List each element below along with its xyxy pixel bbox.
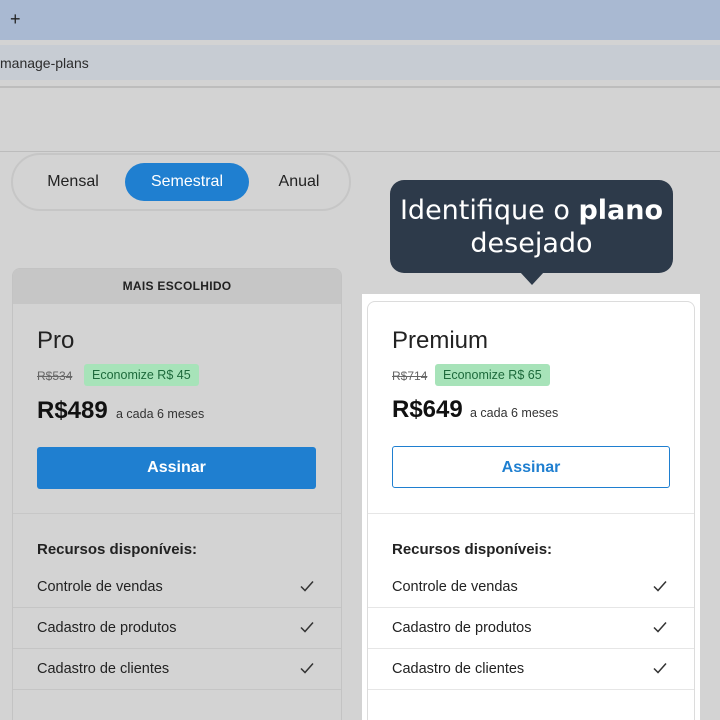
checkmark-icon: [653, 663, 667, 674]
features-title: Recursos disponíveis:: [392, 541, 553, 558]
checkmark-icon: [653, 581, 667, 592]
toggle-option-semestral[interactable]: Semestral: [125, 163, 249, 201]
url-text: manage-plans: [0, 55, 89, 71]
billing-period-label: a cada 6 meses: [470, 406, 559, 420]
feature-label: Cadastro de produtos: [392, 620, 532, 636]
tooltip-arrow: [520, 272, 544, 285]
header-divider: [0, 151, 720, 152]
feature-label: Controle de vendas: [37, 579, 163, 595]
subscribe-button[interactable]: Assinar: [392, 446, 670, 488]
plan-card-premium: Premium R$714 Economize R$ 65 R$649 a ca…: [367, 301, 695, 720]
feature-label: Cadastro de produtos: [37, 620, 177, 636]
checkmark-icon: [300, 622, 314, 633]
savings-badge: Economize R$ 45: [84, 364, 199, 386]
new-tab-button[interactable]: +: [10, 8, 21, 30]
plan-name: Premium: [392, 327, 489, 354]
old-price: R$714: [392, 369, 428, 383]
subscribe-button[interactable]: Assinar: [37, 447, 316, 489]
billing-period-toggle: Mensal Semestral Anual: [11, 153, 351, 211]
tooltip-bold-text: plano: [578, 195, 664, 226]
feature-label: Controle de vendas: [392, 579, 518, 595]
feature-item: Controle de vendas: [13, 567, 341, 608]
feature-item: Cadastro de produtos: [13, 608, 341, 649]
card-separator: [368, 513, 694, 514]
feature-label: Cadastro de clientes: [37, 661, 170, 677]
onboarding-tooltip: Identifique o plano desejado: [390, 180, 673, 285]
feature-item: Cadastro de clientes: [368, 649, 694, 690]
address-bar[interactable]: manage-plans: [0, 45, 720, 80]
toggle-option-mensal[interactable]: Mensal: [33, 163, 113, 201]
checkmark-icon: [300, 581, 314, 592]
chrome-divider: [0, 86, 720, 88]
browser-tab-bar: +: [0, 0, 720, 40]
toggle-option-anual[interactable]: Anual: [263, 163, 335, 201]
feature-label: Cadastro de clientes: [392, 661, 525, 677]
tooltip-text: Identifique o: [399, 195, 579, 226]
feature-item: Cadastro de produtos: [368, 608, 694, 649]
plan-price: R$489: [37, 397, 108, 424]
plan-price: R$649: [392, 396, 463, 423]
old-price: R$534: [37, 369, 73, 383]
plan-name: Pro: [37, 327, 75, 354]
feature-item: Controle de vendas: [368, 567, 694, 608]
features-title: Recursos disponíveis:: [37, 541, 198, 558]
checkmark-icon: [653, 622, 667, 633]
plan-card-pro: MAIS ESCOLHIDO Pro R$534 Economize R$ 45…: [12, 268, 342, 720]
most-chosen-badge: MAIS ESCOLHIDO: [13, 269, 341, 304]
billing-period-label: a cada 6 meses: [116, 407, 205, 421]
savings-badge: Economize R$ 65: [435, 364, 550, 386]
feature-item: Cadastro de clientes: [13, 649, 341, 690]
card-separator: [13, 513, 341, 514]
tooltip-text-line2: desejado: [470, 228, 593, 259]
checkmark-icon: [300, 663, 314, 674]
